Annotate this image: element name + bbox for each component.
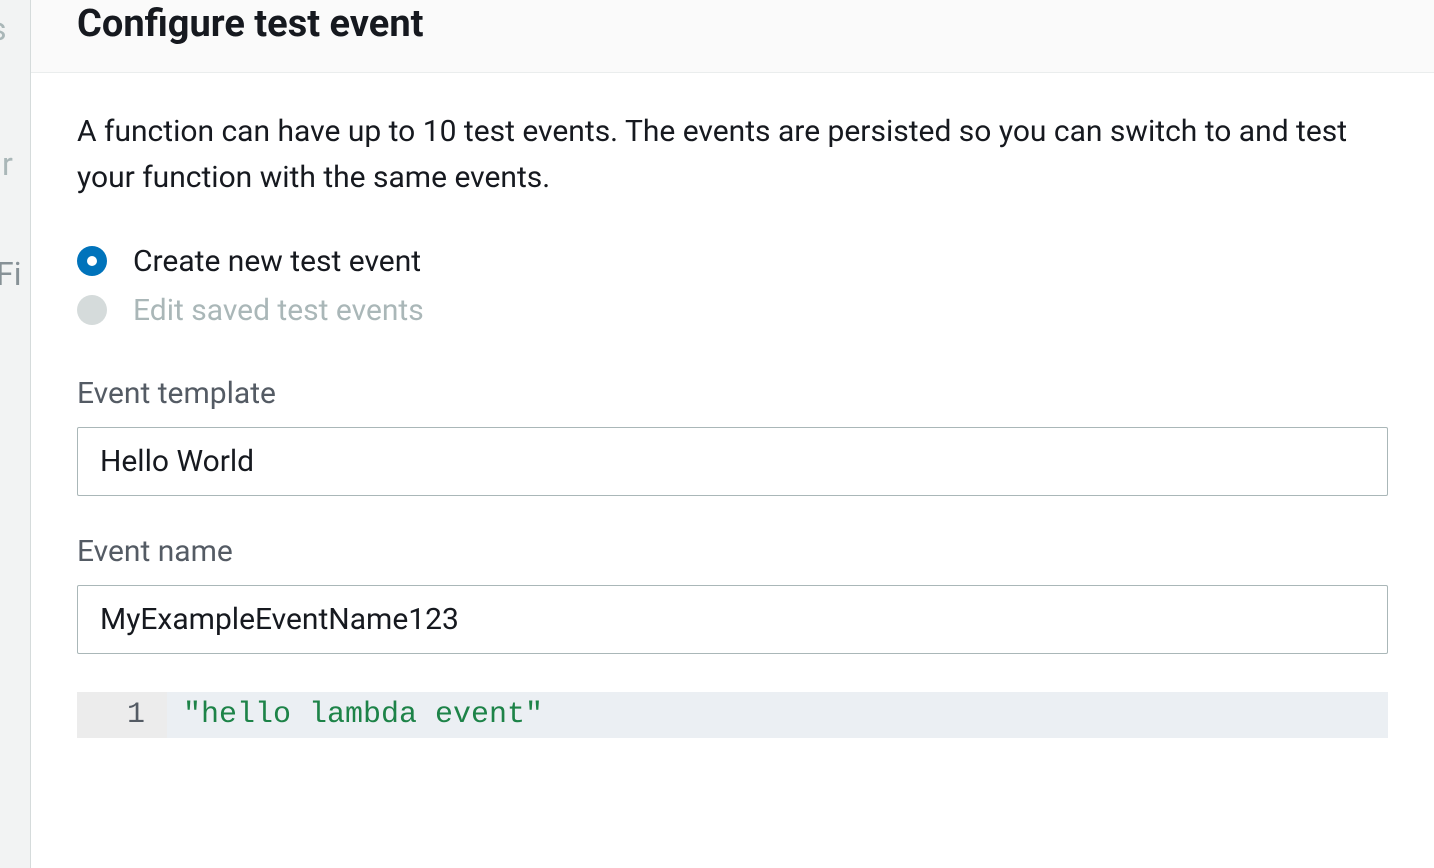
radio-create-new-test-event[interactable]: Create new test event bbox=[77, 244, 1388, 279]
radio-unselected-icon bbox=[77, 295, 107, 325]
event-name-label: Event name bbox=[77, 534, 1388, 569]
event-template-select[interactable] bbox=[77, 427, 1388, 496]
radio-label: Edit saved test events bbox=[133, 293, 424, 328]
event-json-editor[interactable]: 1 "hello lambda event" bbox=[77, 692, 1388, 738]
event-name-input[interactable] bbox=[77, 585, 1388, 654]
code-gutter: 1 bbox=[77, 692, 167, 738]
radio-selected-icon bbox=[77, 246, 107, 276]
bg-text-fragment: Fi bbox=[0, 255, 21, 293]
configure-test-event-modal: Configure test event A function can have… bbox=[30, 0, 1434, 868]
bg-text-fragment: r bbox=[2, 145, 13, 183]
radio-label: Create new test event bbox=[133, 244, 421, 279]
code-string: "hello lambda event" bbox=[183, 698, 543, 732]
modal-description: A function can have up to 10 test events… bbox=[77, 109, 1388, 202]
code-content[interactable]: "hello lambda event" bbox=[167, 692, 1388, 738]
radio-edit-saved-test-events[interactable]: Edit saved test events bbox=[77, 293, 1388, 328]
event-template-label: Event template bbox=[77, 376, 1388, 411]
event-mode-radio-group: Create new test event Edit saved test ev… bbox=[77, 244, 1388, 328]
modal-body: A function can have up to 10 test events… bbox=[31, 73, 1434, 738]
event-name-field: Event name bbox=[77, 534, 1388, 654]
modal-header: Configure test event bbox=[31, 0, 1434, 73]
bg-text-fragment: s bbox=[0, 10, 6, 48]
modal-title: Configure test event bbox=[77, 0, 1388, 48]
event-template-field: Event template bbox=[77, 376, 1388, 496]
line-number: 1 bbox=[77, 698, 145, 732]
background-panel: s r Fi bbox=[0, 0, 30, 868]
